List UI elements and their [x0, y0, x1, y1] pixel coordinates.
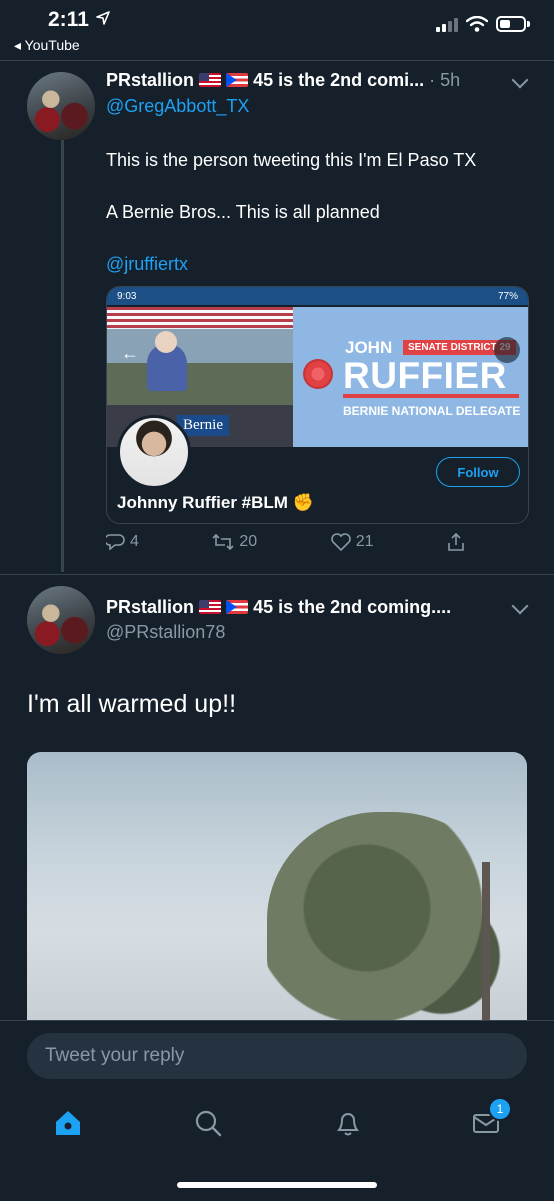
reply-button[interactable]: 4	[106, 532, 139, 552]
wifi-icon	[466, 16, 488, 32]
heart-icon	[330, 533, 351, 552]
reply-count: 4	[130, 533, 139, 550]
like-button[interactable]: 21	[330, 532, 374, 552]
tab-messages[interactable]: 1	[466, 1097, 512, 1143]
rose-icon	[303, 359, 333, 389]
banner-last-name: RUFFIER	[343, 355, 507, 396]
location-arrow-icon	[96, 11, 110, 25]
us-flag-icon	[199, 600, 222, 614]
avatar[interactable]	[27, 72, 95, 140]
tab-bar: 1	[0, 1097, 554, 1143]
author-name: PRstallion	[106, 597, 195, 617]
share-button[interactable]	[446, 532, 466, 552]
home-icon	[56, 1111, 80, 1135]
embedded-back-arrow-icon: ←	[121, 343, 139, 363]
share-icon	[448, 532, 464, 551]
embedded-status-bar: 9:03 77%	[107, 287, 528, 305]
tweet2-text: I'm all warmed up!!	[27, 690, 237, 718]
tweet2-author[interactable]: PRstallion 45 is the 2nd coming....	[106, 597, 451, 618]
tab-home[interactable]	[48, 1103, 88, 1143]
reply-placeholder: Tweet your reply	[45, 1045, 185, 1066]
home-indicator	[177, 1182, 377, 1188]
banner-rule	[343, 394, 519, 398]
banner-subtitle: BERNIE NATIONAL DELEGATE	[343, 404, 521, 418]
author-name: PRstallion	[106, 70, 195, 90]
tweet-video-thumbnail[interactable]	[27, 752, 527, 1052]
campaign-banner: JOHN SENATE DISTRICT 29 RUFFIER BERNIE N…	[293, 307, 528, 447]
tree-shape	[267, 812, 517, 1052]
tweet1-author[interactable]: PRstallion 45 is the 2nd comi... · 5h	[106, 70, 460, 91]
embedded-image[interactable]: 9:03 77% Bernie ← JOHN SENATE DISTRICT 2…	[106, 286, 529, 524]
retweet-button[interactable]: 20	[211, 533, 257, 551]
mention-link[interactable]: @jruffiertx	[106, 252, 188, 276]
puerto-rico-flag-icon	[226, 73, 249, 87]
chevron-down-icon[interactable]	[511, 71, 529, 89]
embedded-status-battery: 77%	[497, 290, 518, 302]
battery-icon	[496, 16, 530, 32]
messages-badge: 1	[488, 1097, 512, 1121]
author-name-suffix: 45 is the 2nd comi...	[253, 70, 425, 90]
chevron-down-icon[interactable]	[511, 597, 529, 615]
tab-search[interactable]	[188, 1103, 228, 1143]
bell-icon	[337, 1113, 359, 1136]
author-name-suffix: 45 is the 2nd coming....	[253, 597, 452, 617]
us-flag-icon	[199, 73, 222, 87]
status-icons	[436, 16, 530, 32]
embedded-profile-avatar	[117, 415, 191, 489]
tweet-divider	[0, 574, 554, 575]
embedded-follow-button: Follow	[436, 457, 520, 487]
status-time: 2:11	[48, 8, 89, 31]
reply-input[interactable]: Tweet your reply	[27, 1033, 527, 1079]
reply-icon	[106, 534, 125, 551]
back-to-app-link[interactable]: ◂ YouTube	[14, 37, 80, 54]
bottom-bar: Tweet your reply 1	[0, 1020, 554, 1201]
avatar[interactable]	[27, 586, 95, 654]
thread-connector-line	[61, 140, 64, 572]
embedded-profile-name: Johnny Ruffier #BLM ✊	[117, 493, 314, 512]
more-options-icon	[494, 337, 520, 363]
reply-to-handle[interactable]: @GregAbbott_TX	[106, 96, 249, 117]
retweet-icon	[212, 533, 234, 551]
embedded-status-time: 9:03	[117, 290, 137, 302]
like-count: 21	[355, 533, 374, 550]
tweet1-line-1: This is the person tweeting this I'm El …	[106, 150, 477, 170]
header-divider	[0, 60, 554, 61]
tweet1-line-2: A Bernie Bros... This is all planned	[106, 202, 380, 222]
retweet-count: 20	[239, 533, 258, 550]
author-handle[interactable]: @PRstallion78	[106, 622, 225, 643]
tab-notifications[interactable]	[328, 1103, 368, 1143]
tweet-time: · 5h	[429, 70, 461, 90]
puerto-rico-flag-icon	[226, 600, 249, 614]
tweet1-actions: 4 20 21	[106, 532, 466, 552]
search-icon	[195, 1110, 222, 1137]
cellular-signal-icon	[436, 16, 458, 32]
